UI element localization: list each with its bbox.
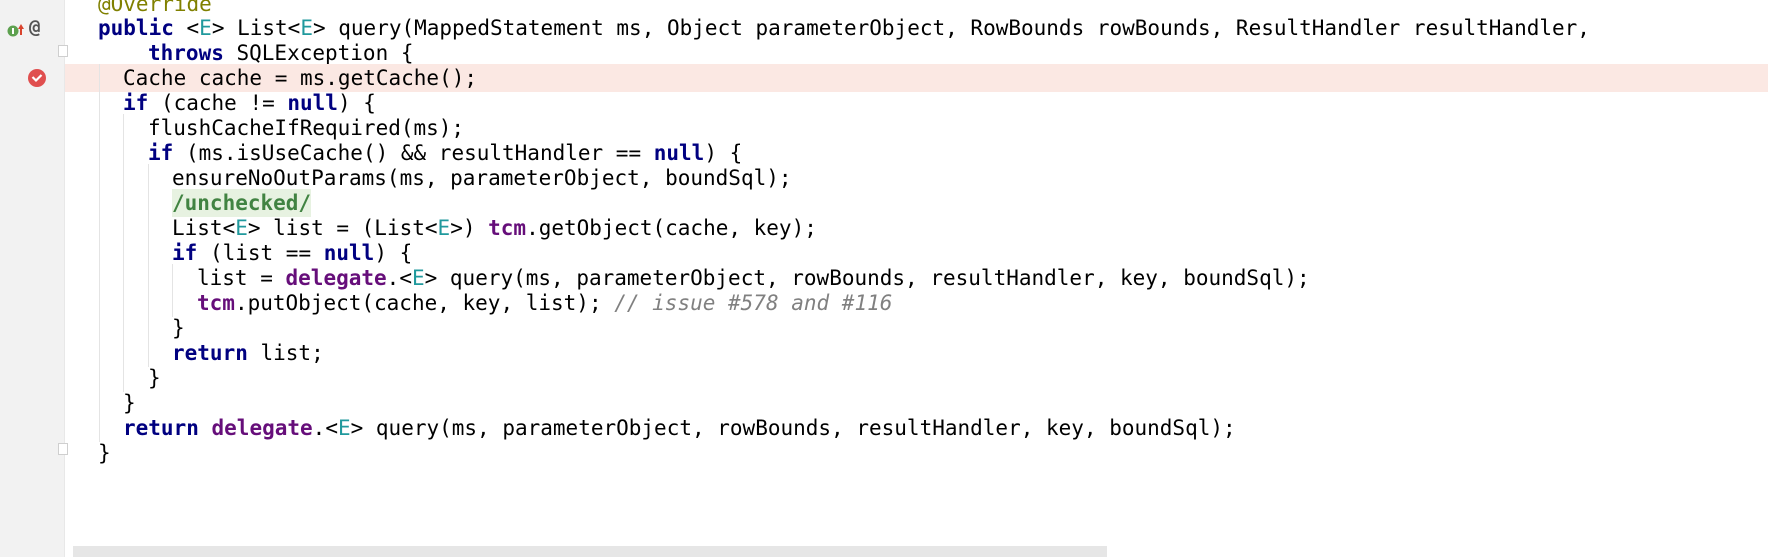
editor-gutter[interactable]: @ [0,0,65,557]
code-text: List<E> list = (List<E>) tcm.getObject(c… [172,216,817,240]
code-text: } [148,366,161,390]
method-signature: public <E> List<E> query(MappedStatement… [98,16,1590,40]
code-text: return list; [172,341,324,365]
breakpoint-check-icon[interactable] [27,68,47,88]
code-line: /unchecked/ [65,189,1768,217]
code-text: if (list == null) { [172,241,413,265]
code-line: List<E> list = (List<E>) tcm.getObject(c… [65,214,1768,242]
unchecked-tag: /unchecked/ [172,189,312,217]
code-text: list = delegate.<E> query(ms, parameterO… [197,266,1310,290]
breakpoint-line: Cache cache = ms.getCache(); [65,64,1768,92]
code-text: if (cache != null) { [123,91,376,115]
code-line: return list; [65,339,1768,367]
code-text: } [172,316,185,340]
code-text: tcm.putObject(cache, key, list); // issu… [197,291,893,315]
code-text: Cache cache = ms.getCache(); [123,66,478,90]
throws-clause: throws SQLException { [148,41,414,65]
annotation-marker-icon[interactable]: @ [29,16,40,38]
code-text: } [123,391,136,415]
code-text: ensureNoOutParams(ms, parameterObject, b… [172,166,792,190]
code-text: flushCacheIfRequired(ms); [148,116,465,140]
code-line: flushCacheIfRequired(ms); [65,114,1768,142]
code-line: if (cache != null) { [65,89,1768,117]
code-line: if (ms.isUseCache() && resultHandler == … [65,139,1768,167]
code-line: public <E> List<E> query(MappedStatement… [65,14,1768,42]
code-line: throws SQLException { [65,39,1768,67]
code-text: } [98,441,111,465]
code-line: return delegate.<E> query(ms, parameterO… [65,414,1768,442]
code-line: tcm.putObject(cache, key, list); // issu… [65,289,1768,317]
code-line: } [65,314,1768,342]
code-line: } [65,364,1768,392]
code-line: ensureNoOutParams(ms, parameterObject, b… [65,164,1768,192]
code-line: list = delegate.<E> query(ms, parameterO… [65,264,1768,292]
implements-up-arrow-icon[interactable] [6,20,26,40]
code-line: } [65,439,1768,467]
code-text: if (ms.isUseCache() && resultHandler == … [148,141,743,165]
code-editor[interactable]: @Override public <E> List<E> query(Mappe… [65,0,1768,557]
code-line: if (list == null) { [65,239,1768,267]
code-line: } [65,389,1768,417]
code-text: return delegate.<E> query(ms, parameterO… [123,416,1236,440]
horizontal-scrollbar[interactable] [73,546,1107,557]
